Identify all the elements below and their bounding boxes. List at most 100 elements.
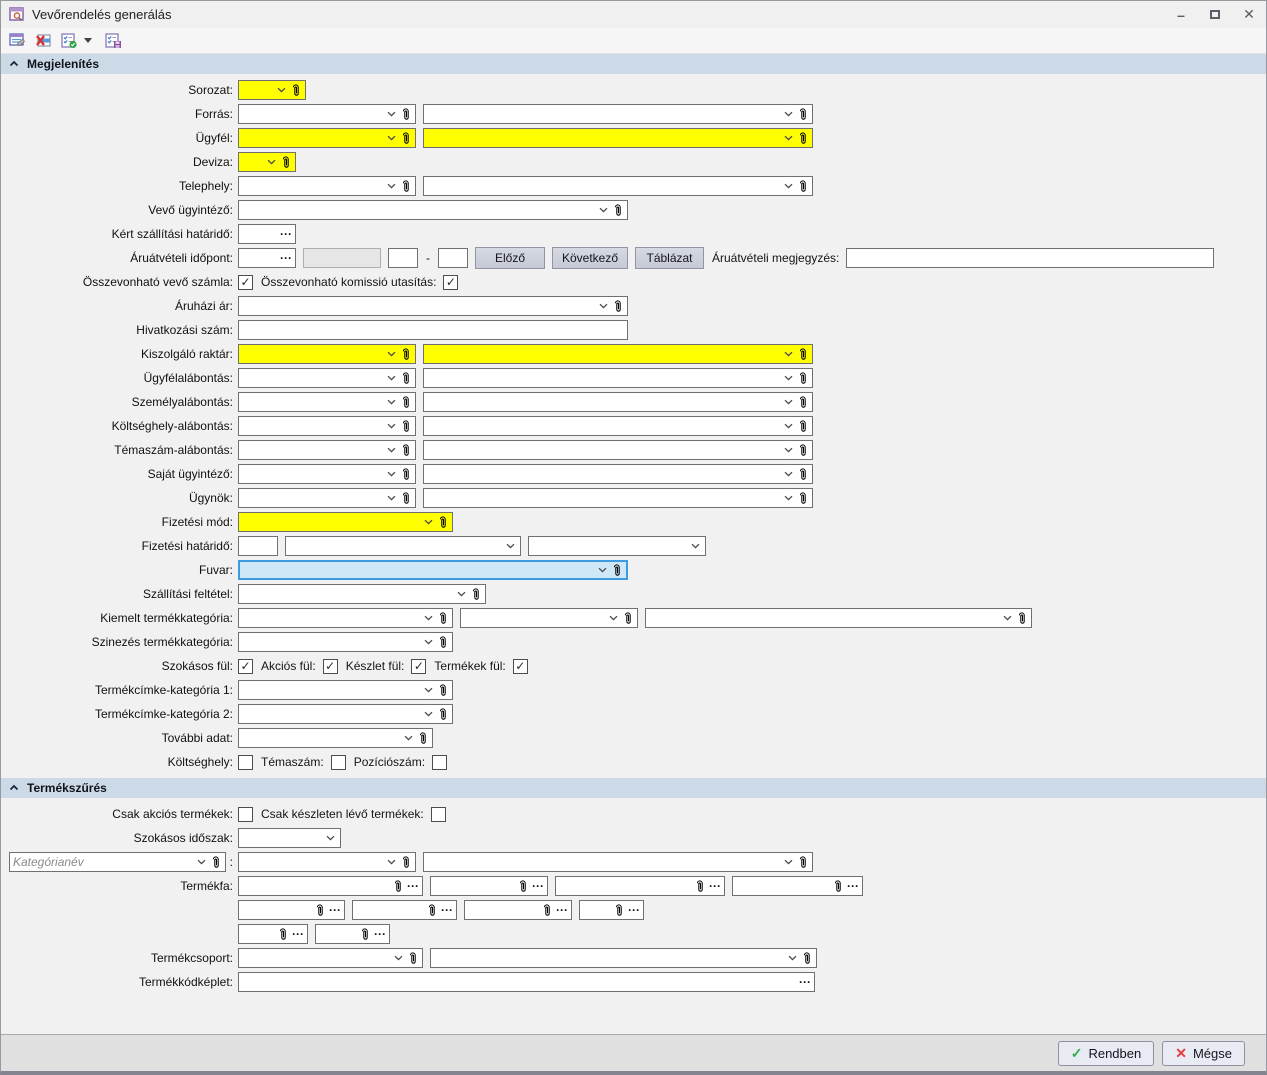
chevron-down-icon[interactable] <box>456 590 467 598</box>
forras-code-combobox[interactable] <box>238 104 416 124</box>
termekfa-input-7[interactable]: ··· <box>464 900 572 920</box>
ugyfelalabontas-name-combobox[interactable] <box>423 368 813 388</box>
paperclip-icon[interactable] <box>798 855 808 870</box>
kovetkezo-button[interactable]: Következő <box>552 247 628 269</box>
deviza-combobox[interactable] <box>238 152 296 172</box>
ellipsis-button[interactable]: ··· <box>280 252 292 264</box>
paperclip-icon[interactable] <box>281 155 291 170</box>
collapse-icon[interactable] <box>9 784 19 792</box>
chevron-down-icon[interactable] <box>386 446 397 454</box>
termekek-ful-checkbox[interactable]: ✓ <box>512 658 528 674</box>
fizetesi-hatarido-type-combobox[interactable] <box>528 536 706 556</box>
termekkodkeplet-input[interactable]: ··· <box>238 972 815 992</box>
paperclip-icon[interactable] <box>798 107 808 122</box>
paperclip-icon[interactable] <box>401 855 411 870</box>
termekfa-input-8[interactable]: ··· <box>579 900 644 920</box>
ugyfel-name-combobox[interactable] <box>423 128 813 148</box>
paperclip-icon[interactable] <box>542 903 552 918</box>
form-save-icon[interactable] <box>104 32 122 50</box>
szokasos-ful-checkbox[interactable]: ✓ <box>238 658 253 674</box>
tablazat-button[interactable]: Táblázat <box>635 247 704 269</box>
chevron-down-icon[interactable] <box>1002 614 1013 622</box>
kiszolgalo-code-combobox[interactable] <box>238 344 416 364</box>
paperclip-icon[interactable] <box>518 879 528 894</box>
chevron-down-icon[interactable] <box>386 134 397 142</box>
paperclip-icon[interactable] <box>614 903 624 918</box>
chevron-down-icon[interactable] <box>386 110 397 118</box>
ellipsis-button[interactable]: ··· <box>628 904 640 916</box>
csak-akcios-checkbox[interactable] <box>238 806 253 822</box>
chevron-down-icon[interactable] <box>386 858 397 866</box>
paperclip-icon[interactable] <box>612 563 622 578</box>
ugynok-code-combobox[interactable] <box>238 488 416 508</box>
ellipsis-button[interactable]: ··· <box>374 928 386 940</box>
chevron-down-icon[interactable] <box>423 518 434 526</box>
paperclip-icon[interactable] <box>798 347 808 362</box>
sajat-ugyintezo-code-combobox[interactable] <box>238 464 416 484</box>
close-button[interactable]: ✕ <box>1232 1 1266 28</box>
paperclip-icon[interactable] <box>408 951 418 966</box>
paperclip-icon[interactable] <box>613 203 623 218</box>
chevron-down-icon[interactable] <box>423 686 434 694</box>
chevron-down-icon[interactable] <box>783 446 794 454</box>
chevron-down-icon[interactable] <box>276 86 287 94</box>
termekfa-input-1[interactable]: ··· <box>238 876 423 896</box>
toolbar-dropdown-arrow-icon[interactable] <box>84 38 92 43</box>
chevron-down-icon[interactable] <box>597 566 608 574</box>
paperclip-icon[interactable] <box>211 855 221 870</box>
forras-name-combobox[interactable] <box>423 104 813 124</box>
chevron-down-icon[interactable] <box>783 494 794 502</box>
pozicioszam-checkbox[interactable] <box>432 754 448 770</box>
termekcsoport-code-combobox[interactable] <box>238 948 423 968</box>
kiemelt-combobox-3[interactable] <box>645 608 1032 628</box>
termekcimke1-combobox[interactable] <box>238 680 453 700</box>
collapse-icon[interactable] <box>9 60 19 68</box>
form-apply-check-icon[interactable] <box>60 32 78 50</box>
paperclip-icon[interactable] <box>291 83 301 98</box>
paperclip-icon[interactable] <box>798 395 808 410</box>
aruatveteli-hour-from-input[interactable] <box>388 248 418 268</box>
chevron-down-icon[interactable] <box>403 734 414 742</box>
chevron-down-icon[interactable] <box>783 398 794 406</box>
maximize-button[interactable] <box>1198 1 1232 28</box>
koltseghely-alabontas-name-combobox[interactable] <box>423 416 813 436</box>
ellipsis-button[interactable]: ··· <box>407 880 419 892</box>
chevron-down-icon[interactable] <box>505 542 516 550</box>
chevron-down-icon[interactable] <box>266 158 277 166</box>
ellipsis-button[interactable]: ··· <box>799 976 811 988</box>
szemelyalabontas-name-combobox[interactable] <box>423 392 813 412</box>
chevron-down-icon[interactable] <box>783 422 794 430</box>
aruatveteli-date-input[interactable]: ··· <box>238 248 296 268</box>
szemelyalabontas-code-combobox[interactable] <box>238 392 416 412</box>
termekfa-input-3[interactable]: ··· <box>555 876 725 896</box>
minimize-button[interactable]: – <box>1164 1 1198 28</box>
paperclip-icon[interactable] <box>798 467 808 482</box>
kategoria-ertek-name-combobox[interactable] <box>423 852 813 872</box>
termekcsoport-name-combobox[interactable] <box>430 948 817 968</box>
aruhazi-ar-combobox[interactable] <box>238 296 628 316</box>
vevo-ugyintezo-combobox[interactable] <box>238 200 628 220</box>
csak-keszleten-checkbox[interactable] <box>430 806 446 822</box>
aruatveteli-megjegyzes-input[interactable] <box>846 248 1215 268</box>
szinezes-combobox[interactable] <box>238 632 453 652</box>
chevron-down-icon[interactable] <box>325 834 336 842</box>
ellipsis-button[interactable]: ··· <box>329 904 341 916</box>
paperclip-icon[interactable] <box>401 371 411 386</box>
paperclip-icon[interactable] <box>401 107 411 122</box>
fizetesi-mod-combobox[interactable] <box>238 512 453 532</box>
ugyfelalabontas-code-combobox[interactable] <box>238 368 416 388</box>
ugynok-name-combobox[interactable] <box>423 488 813 508</box>
chevron-down-icon[interactable] <box>386 398 397 406</box>
paperclip-icon[interactable] <box>401 443 411 458</box>
telephely-name-combobox[interactable] <box>423 176 813 196</box>
paperclip-icon[interactable] <box>393 879 403 894</box>
paperclip-icon[interactable] <box>401 179 411 194</box>
ellipsis-button[interactable]: ··· <box>532 880 544 892</box>
osszevonhato-komissio-checkbox[interactable]: ✓ <box>443 274 459 290</box>
paperclip-icon[interactable] <box>278 927 288 942</box>
termekfa-input-4[interactable]: ··· <box>732 876 863 896</box>
chevron-down-icon[interactable] <box>423 710 434 718</box>
termekfa-input-2[interactable]: ··· <box>430 876 548 896</box>
paperclip-icon[interactable] <box>438 683 448 698</box>
kategoria-ertek-code-combobox[interactable] <box>238 852 416 872</box>
